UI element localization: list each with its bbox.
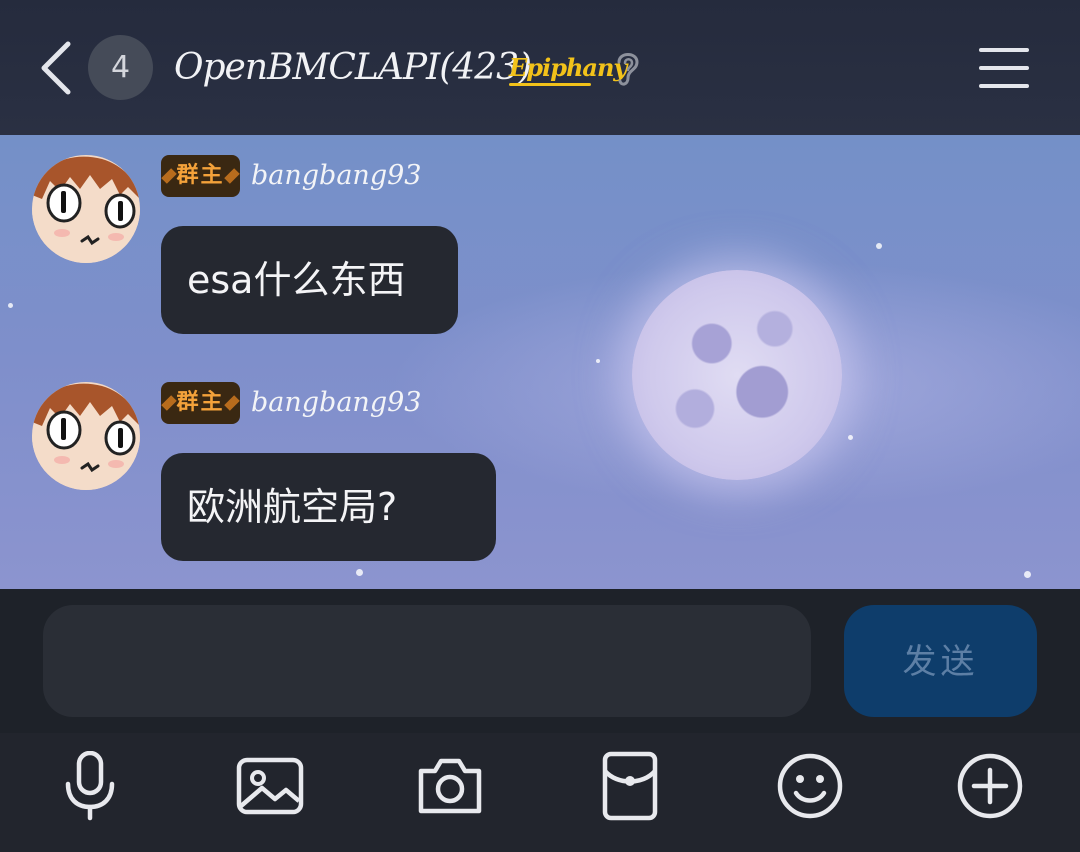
unread-count-badge[interactable]: 4 bbox=[88, 35, 153, 100]
epiphany-badge[interactable]: Epiphany bbox=[509, 50, 627, 88]
ear-icon[interactable] bbox=[612, 48, 644, 90]
moon-background-decoration bbox=[632, 270, 842, 480]
menu-icon[interactable] bbox=[978, 46, 1030, 90]
avatar-face-icon bbox=[32, 156, 140, 263]
avatar[interactable] bbox=[32, 382, 140, 490]
image-icon[interactable] bbox=[235, 751, 305, 821]
owner-role-badge: 群主 bbox=[161, 382, 240, 424]
star-decoration bbox=[356, 569, 363, 576]
sender-name[interactable]: bangbang93 bbox=[251, 155, 421, 197]
message-bubble[interactable]: 欧洲航空局? bbox=[161, 453, 496, 561]
send-button[interactable]: 发送 bbox=[844, 605, 1037, 717]
chat-header: 4 OpenBMCLAPI(423) Epiphany bbox=[0, 0, 1080, 135]
star-decoration bbox=[8, 303, 13, 308]
star-decoration bbox=[876, 243, 882, 249]
epiphany-badge-underline bbox=[509, 83, 591, 86]
red-packet-icon[interactable] bbox=[595, 751, 665, 821]
owner-role-badge: 群主 bbox=[161, 155, 240, 197]
plus-icon[interactable] bbox=[955, 751, 1025, 821]
composer-toolbar bbox=[0, 733, 1080, 852]
message-bubble[interactable]: esa什么东西 bbox=[161, 226, 458, 334]
avatar-face-icon bbox=[32, 383, 140, 490]
sender-name[interactable]: bangbang93 bbox=[251, 382, 421, 424]
star-decoration bbox=[596, 359, 600, 363]
message-list[interactable]: 群主 bangbang93 esa什么东西 群主 bangbang93 欧洲航空… bbox=[0, 135, 1080, 589]
chat-screen: 4 OpenBMCLAPI(423) Epiphany 群主 bangbang9… bbox=[0, 0, 1080, 852]
avatar[interactable] bbox=[32, 155, 140, 263]
chat-title[interactable]: OpenBMCLAPI(423) bbox=[174, 38, 532, 98]
emoji-icon[interactable] bbox=[775, 751, 845, 821]
camera-icon[interactable] bbox=[415, 751, 485, 821]
star-decoration bbox=[1024, 571, 1031, 578]
composer-bar: 发送 bbox=[0, 589, 1080, 733]
epiphany-badge-label: Epiphany bbox=[509, 53, 627, 82]
star-decoration bbox=[848, 435, 853, 440]
microphone-icon[interactable] bbox=[55, 751, 125, 821]
back-icon[interactable] bbox=[36, 38, 76, 98]
message-input[interactable] bbox=[43, 605, 811, 717]
